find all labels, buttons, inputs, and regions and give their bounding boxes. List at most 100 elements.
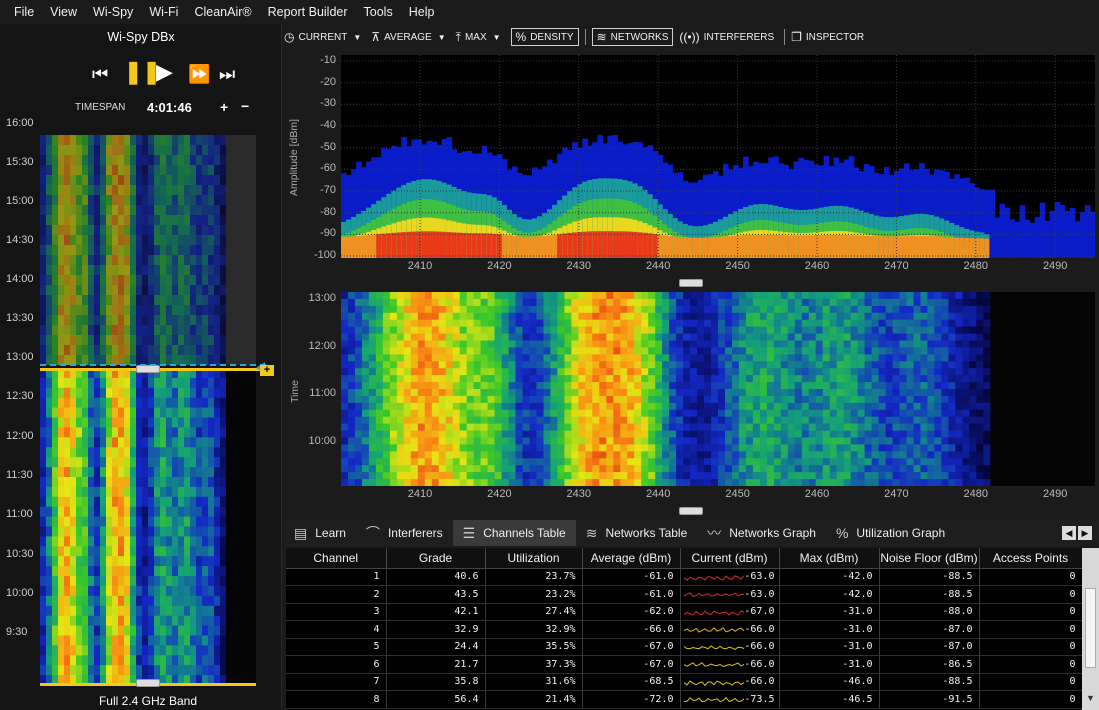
waterfall-cell bbox=[801, 354, 810, 362]
waterfall-cell bbox=[815, 305, 824, 314]
waterfall-cell bbox=[480, 430, 489, 439]
overview-cell bbox=[142, 325, 149, 336]
overview-cell bbox=[136, 526, 143, 537]
waterfall-cell bbox=[557, 319, 565, 328]
waterfall-cell bbox=[906, 409, 915, 418]
overview-cell bbox=[100, 595, 107, 607]
waterfall-cell bbox=[955, 326, 963, 335]
skip-forward-icon[interactable]: ⏭ bbox=[219, 64, 235, 84]
menu-item-cleanair[interactable]: CleanAir® bbox=[186, 5, 259, 19]
density-toggle[interactable]: % DENSITY bbox=[510, 28, 579, 46]
waterfall-cell bbox=[787, 347, 796, 355]
chevron-down-icon[interactable]: ▼ bbox=[493, 33, 501, 42]
density-floor bbox=[687, 237, 694, 258]
density-envelope bbox=[1074, 221, 1081, 258]
waterfall-cell bbox=[466, 319, 475, 328]
overview-cell bbox=[250, 645, 256, 656]
menu-item-file[interactable]: File bbox=[6, 5, 42, 19]
waterfall-cell bbox=[941, 305, 949, 314]
timespan-decrease-button[interactable]: − bbox=[241, 98, 249, 114]
chart-splitter-handle[interactable] bbox=[679, 279, 703, 287]
overview-cell bbox=[142, 605, 149, 617]
waterfall-cell bbox=[780, 347, 789, 355]
overview-cell bbox=[178, 175, 185, 186]
overview-cell bbox=[190, 225, 197, 236]
waterfall-cell bbox=[892, 409, 901, 418]
waterfall-cell bbox=[1004, 402, 1012, 411]
waterfall-cell bbox=[606, 375, 614, 383]
current-button[interactable]: ◷ CURRENT ▼ bbox=[284, 30, 361, 44]
overview-cell bbox=[76, 145, 83, 156]
waterfall-cell bbox=[1060, 292, 1068, 300]
fast-forward-icon[interactable]: ⏩ bbox=[188, 64, 210, 84]
waterfall-cell bbox=[515, 409, 524, 418]
waterfall-cell bbox=[550, 395, 558, 404]
overview-cell bbox=[40, 486, 47, 498]
overview-cell bbox=[184, 155, 191, 166]
inspector-toggle[interactable]: ❐ INSPECTOR bbox=[791, 30, 864, 44]
networks-toggle[interactable]: ≋ NETWORKS bbox=[591, 28, 674, 46]
overview-cell bbox=[130, 506, 137, 518]
waterfall-cell bbox=[543, 416, 552, 425]
range-bottom-handle[interactable] bbox=[136, 679, 160, 687]
waterfall-cell bbox=[592, 416, 600, 425]
waterfall-chart[interactable] bbox=[341, 292, 1095, 486]
waterfall-cell bbox=[885, 333, 894, 342]
waterfall-cell bbox=[1088, 375, 1095, 383]
waterfall-cell bbox=[773, 382, 782, 390]
waterfall-cell bbox=[787, 416, 796, 425]
chevron-down-icon[interactable]: ▼ bbox=[438, 33, 446, 42]
waterfall-cell bbox=[1039, 347, 1047, 355]
average-button[interactable]: ⊼ AVERAGE ▼ bbox=[371, 30, 445, 44]
range-top-handle[interactable] bbox=[136, 365, 160, 373]
overview-waterfall[interactable] bbox=[40, 135, 256, 685]
waterfall-cell bbox=[1011, 416, 1019, 425]
chevron-down-icon[interactable]: ▼ bbox=[353, 33, 361, 42]
waterfall-cell bbox=[501, 319, 510, 328]
overview-cell bbox=[40, 556, 47, 567]
menu-item-report-builder[interactable]: Report Builder bbox=[260, 5, 356, 19]
overview-cell bbox=[190, 165, 197, 176]
waterfall-cell bbox=[787, 333, 796, 342]
frequency-tick: 2460 bbox=[804, 260, 830, 272]
menu-item-help[interactable]: Help bbox=[401, 5, 443, 19]
overview-cell bbox=[76, 165, 83, 176]
density-floor bbox=[974, 238, 980, 258]
waterfall-cell bbox=[969, 292, 977, 300]
waterfall-cell bbox=[983, 326, 991, 335]
waterfall-cell bbox=[348, 430, 356, 439]
density-floor bbox=[421, 231, 427, 258]
waterfall-cell bbox=[529, 368, 538, 376]
waterfall-cell bbox=[1088, 305, 1095, 314]
waterfall-cell bbox=[620, 409, 628, 418]
spectrum-density-chart[interactable] bbox=[341, 55, 1095, 258]
overview-cell bbox=[208, 135, 215, 146]
add-marker-icon[interactable]: + bbox=[260, 365, 274, 376]
waterfall-cell bbox=[892, 354, 901, 362]
waterfall-cell bbox=[487, 333, 496, 342]
menu-item-wi-spy[interactable]: Wi-Spy bbox=[85, 5, 141, 19]
menu-item-view[interactable]: View bbox=[42, 5, 85, 19]
skip-back-icon[interactable]: ⏮ bbox=[92, 64, 108, 84]
waterfall-cell bbox=[515, 305, 524, 314]
waterfall-cell bbox=[725, 340, 733, 348]
waterfall-cell bbox=[955, 305, 963, 314]
waterfall-cell bbox=[794, 368, 803, 376]
menu-item-tools[interactable]: Tools bbox=[356, 5, 401, 19]
waterfall-cell bbox=[899, 361, 908, 369]
overview-cell bbox=[244, 457, 251, 468]
overview-cell bbox=[136, 516, 143, 527]
overview-cell bbox=[118, 546, 125, 557]
overview-cell bbox=[64, 387, 71, 399]
waterfall-cell bbox=[718, 298, 726, 307]
waterfall-cell bbox=[341, 340, 349, 348]
timespan-increase-button[interactable]: + bbox=[220, 99, 228, 115]
max-button[interactable]: ⤒ MAX ▼ bbox=[456, 30, 501, 45]
toolbar-divider bbox=[784, 29, 786, 45]
waterfall-cell bbox=[683, 368, 691, 376]
interferers-toggle[interactable]: ((•)) INTERFERERS bbox=[679, 30, 774, 44]
overview-cell bbox=[88, 135, 95, 146]
waterfall-cell bbox=[473, 409, 482, 418]
menu-item-wi-fi[interactable]: Wi-Fi bbox=[141, 5, 186, 19]
play-icon[interactable]: ▶ bbox=[156, 61, 173, 83]
